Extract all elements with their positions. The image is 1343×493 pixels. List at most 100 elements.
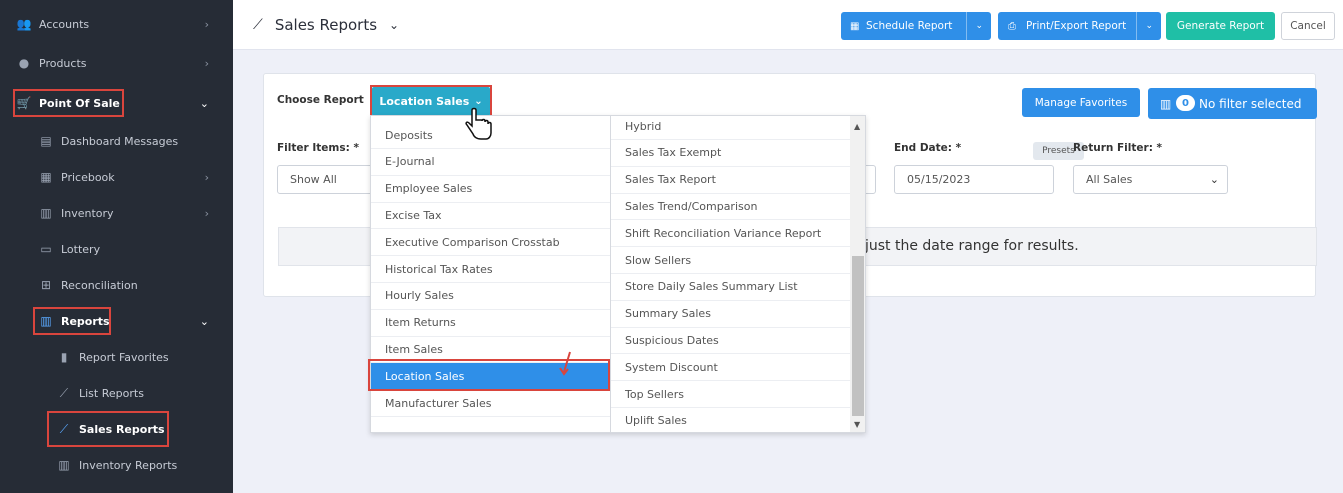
inventory-icon: ▥ <box>58 458 70 472</box>
dropdown-option[interactable]: Sales Trend/Comparison <box>611 193 850 221</box>
annotation-arrow-icon <box>559 351 571 376</box>
divider <box>1136 12 1137 40</box>
dropdown-option[interactable]: Summary Sales <box>611 301 850 328</box>
sidebar-item-list-reports[interactable]: ⟋ List Reports <box>0 375 233 411</box>
hand-cursor-icon <box>465 107 492 140</box>
sidebar-item-pricebook[interactable]: ▦ Pricebook › <box>0 159 233 195</box>
trend-icon: ⟋ <box>253 17 263 33</box>
sidebar: 👥 Accounts › ● Products › 🛒 Point Of Sal… <box>0 0 233 493</box>
chevron-right-icon: › <box>204 206 209 220</box>
chevron-down-icon[interactable]: ⌄ <box>1145 21 1153 31</box>
sidebar-item-label: Lottery <box>61 242 101 256</box>
dropdown-option[interactable]: Suspicious Dates <box>611 327 850 355</box>
chevron-down-icon: ⌄ <box>199 314 209 328</box>
end-date-field[interactable]: 05/15/2023 <box>894 165 1054 194</box>
chevron-down-icon: ⌄ <box>1209 173 1219 186</box>
sidebar-item-inventory[interactable]: ▥ Inventory › <box>0 195 233 231</box>
filter-selection-button[interactable]: ▥ 0 No filter selected <box>1148 88 1317 119</box>
sidebar-item-label: Inventory Reports <box>79 458 178 472</box>
dropdown-option[interactable]: Executive Comparison Crosstab <box>371 229 610 257</box>
dropdown-option[interactable]: Top Sellers <box>611 381 850 408</box>
schedule-report-button[interactable]: ▦ Schedule Report ⌄ <box>841 12 991 40</box>
scrollbar-thumb[interactable] <box>852 256 864 416</box>
dropdown-option[interactable]: Sales Tax Report <box>611 167 850 194</box>
print-export-button[interactable]: ⎙ Print/Export Report ⌄ <box>998 12 1161 40</box>
sidebar-item-reconciliation[interactable]: ⊞ Reconciliation <box>0 267 233 303</box>
sidebar-item-label: Pricebook <box>61 170 115 184</box>
dropdown-option[interactable]: Excise Tax <box>371 202 610 230</box>
print-export-label: Print/Export Report <box>1026 20 1127 32</box>
report-dropdown-list: Deposits E-Journal Employee Sales Excise Ta… <box>370 115 866 433</box>
sidebar-item-label: Sales Reports <box>79 422 165 436</box>
dropdown-option[interactable]: Hybrid <box>611 116 850 140</box>
sidebar-item-label: Reports <box>61 314 110 328</box>
sidebar-item-sales-reports[interactable]: ⟋ Sales Reports <box>0 411 233 447</box>
inventory-icon: ▥ <box>40 206 52 220</box>
return-filter-select[interactable]: All Sales ⌄ <box>1073 165 1228 194</box>
sidebar-item-label: Accounts <box>39 17 90 31</box>
sidebar-item-dashboard-messages[interactable]: ▤ Dashboard Messages <box>0 123 233 159</box>
scrollbar[interactable]: ▲ ▼ <box>850 116 865 432</box>
chevron-right-icon: › <box>204 17 209 31</box>
sidebar-item-inventory-reports[interactable]: ▥ Inventory Reports <box>0 447 233 483</box>
dropdown-option[interactable]: Manufacturer Sales <box>371 390 610 417</box>
filter-items-label: Filter Items: * <box>277 142 359 154</box>
sidebar-item-reports[interactable]: ▥ Reports ⌄ <box>0 303 233 339</box>
page-title[interactable]: ⟋ Sales Reports ⌄ <box>253 16 399 34</box>
scroll-up-icon[interactable]: ▲ <box>854 122 860 131</box>
messages-icon: ▤ <box>40 134 52 148</box>
sidebar-item-label: Reconciliation <box>61 278 138 292</box>
chevron-down-icon[interactable]: ⌄ <box>975 21 983 31</box>
filter-count-badge: 0 <box>1176 95 1195 111</box>
cart-icon: 🛒 <box>16 96 32 110</box>
printer-icon: ⎙ <box>1008 20 1016 32</box>
chevron-down-icon: ⌄ <box>389 18 400 32</box>
bookmark-icon: ▮ <box>60 350 68 364</box>
scroll-down-icon[interactable]: ▼ <box>854 420 860 429</box>
bar-chart-icon: ▥ <box>40 314 52 328</box>
filter-text: No filter selected <box>1199 96 1302 111</box>
sidebar-item-report-favorites[interactable]: ▮ Report Favorites <box>0 339 233 375</box>
chevron-down-icon: ⌄ <box>199 96 209 110</box>
grid-icon: ⊞ <box>40 278 52 292</box>
dropdown-option[interactable]: System Discount <box>611 354 850 382</box>
return-filter-label: Return Filter: * <box>1073 142 1163 154</box>
sidebar-item-label: List Reports <box>79 386 144 400</box>
sidebar-item-lottery[interactable]: ▭ Lottery <box>0 231 233 267</box>
line-chart-icon: ⟋ <box>59 385 69 400</box>
trend-icon: ⟋ <box>59 421 69 436</box>
sidebar-item-label: Products <box>39 56 87 70</box>
sidebar-item-label: Inventory <box>61 206 114 220</box>
chevron-right-icon: › <box>204 56 209 70</box>
generate-report-button[interactable]: Generate Report <box>1166 12 1275 40</box>
dropdown-option[interactable]: Store Daily Sales Summary List <box>611 274 850 301</box>
sidebar-item-products[interactable]: ● Products › <box>0 45 233 81</box>
products-icon: ● <box>18 56 30 70</box>
dropdown-option[interactable]: Employee Sales <box>371 176 610 203</box>
dropdown-option[interactable]: Sales Tax Exempt <box>611 140 850 167</box>
dropdown-option[interactable]: Shift Reconciliation Variance Report <box>611 220 850 248</box>
cancel-button[interactable]: Cancel <box>1281 12 1335 40</box>
choose-report-label: Choose Report <box>277 94 364 106</box>
sidebar-item-label: Point Of Sale <box>39 96 120 110</box>
dropdown-option[interactable]: Item Returns <box>371 310 610 337</box>
sidebar-item-label: Dashboard Messages <box>61 134 179 148</box>
return-filter-value: All Sales <box>1086 173 1133 186</box>
choose-report-value: Location Sales <box>379 95 470 108</box>
dropdown-option[interactable]: Slow Sellers <box>611 247 850 274</box>
dropdown-option[interactable]: E-Journal <box>371 149 610 176</box>
dropdown-option[interactable]: Uplift Sales <box>611 408 850 432</box>
sidebar-item-point-of-sale[interactable]: 🛒 Point Of Sale ⌄ <box>0 85 233 121</box>
building-icon: ▥ <box>1160 96 1172 111</box>
manage-favorites-button[interactable]: Manage Favorites <box>1022 88 1140 117</box>
divider <box>966 12 967 40</box>
sidebar-item-label: Report Favorites <box>79 350 169 364</box>
sidebar-item-accounts[interactable]: 👥 Accounts › <box>0 6 233 42</box>
page-title-text: Sales Reports <box>274 16 378 34</box>
results-message-text: just the date range for results. <box>865 238 1079 254</box>
filter-items-select[interactable]: Show All <box>277 165 377 194</box>
chevron-right-icon: › <box>204 170 209 184</box>
calculator-icon: ▦ <box>40 170 52 184</box>
dropdown-option[interactable]: Hourly Sales <box>371 283 610 310</box>
dropdown-option[interactable]: Historical Tax Rates <box>371 256 610 283</box>
